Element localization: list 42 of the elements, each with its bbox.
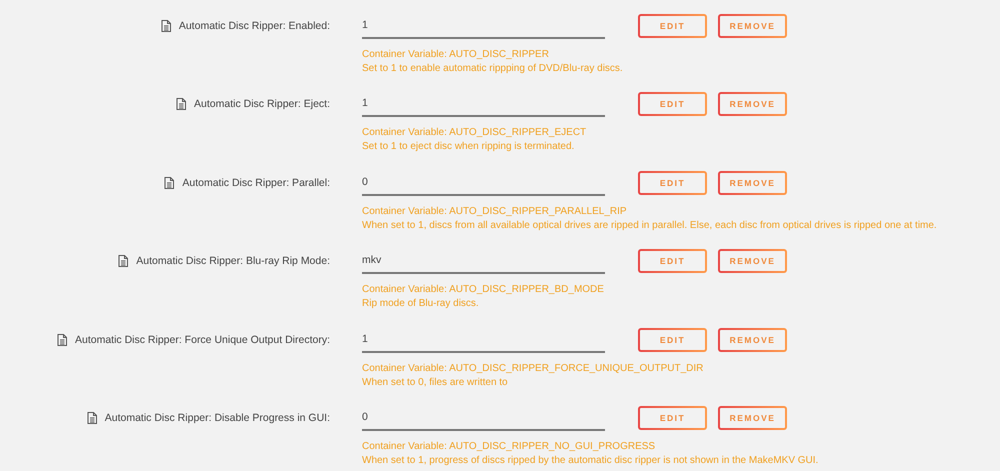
variable-name: Container Variable: AUTO_DISC_RIPPER	[362, 48, 550, 62]
variable-name: Container Variable: AUTO_DISC_RIPPER_NO_GUI_PROGRESS	[362, 440, 656, 454]
document-icon	[160, 20, 171, 32]
remove-button[interactable]: REMOVE	[718, 249, 787, 274]
setting-description: When set to 1, discs from all available optical drives are ripped in parallel. Else, each disc from optical drives is ripped one at time.	[362, 218, 938, 233]
value-field[interactable]: 1	[362, 91, 605, 118]
document-icon	[118, 255, 128, 268]
document-icon	[176, 98, 186, 110]
value-field[interactable]: 0	[362, 170, 605, 196]
remove-button[interactable]: REMOVE	[718, 406, 787, 430]
remove-button[interactable]: REMOVE	[718, 328, 787, 352]
setting-description: Rip mode of Blu-ray discs.	[362, 297, 480, 312]
setting-label: Automatic Disc Ripper: Blu-ray Rip Mode:	[136, 255, 330, 268]
document-icon	[86, 412, 97, 424]
value-field[interactable]: 0	[362, 404, 605, 431]
remove-button[interactable]: REMOVE	[718, 170, 787, 195]
edit-button[interactable]: EDIT	[638, 328, 707, 352]
edit-button[interactable]: EDIT	[638, 170, 707, 195]
value-field[interactable]: mkv	[362, 248, 605, 274]
setting-label: Automatic Disc Ripper: Force Unique Output Directory:	[74, 334, 330, 346]
setting-description: Set to 1 to enable automatic rippping of DVD/Blu-ray discs.	[362, 62, 624, 76]
setting-label: Automatic Disc Ripper: Enabled:	[178, 20, 330, 32]
edit-button[interactable]: EDIT	[638, 406, 707, 430]
value-field[interactable]: 1	[362, 326, 605, 353]
setting-label: Automatic Disc Ripper: Disable Progress in GUI:	[104, 412, 330, 424]
variable-name: Container Variable: AUTO_DISC_RIPPER_BD_MODE	[362, 283, 605, 298]
setting-label: Automatic Disc Ripper: Parallel:	[182, 176, 330, 189]
remove-button[interactable]: REMOVE	[718, 14, 787, 38]
value-field[interactable]: 1	[362, 13, 605, 39]
document-icon	[164, 176, 174, 189]
setting-label: Automatic Disc Ripper: Eject:	[194, 98, 330, 110]
variable-name: Container Variable: AUTO_DISC_RIPPER_EJECT	[362, 126, 588, 140]
document-icon	[56, 334, 67, 346]
edit-button[interactable]: EDIT	[638, 92, 707, 116]
variable-name: Container Variable: AUTO_DISC_RIPPER_PARALLEL_RIP	[362, 204, 628, 219]
setting-description: When set to 1, progress of discs ripped by the automatic disc ripper is not shown in the MakeMKV GUI.	[362, 454, 820, 468]
edit-button[interactable]: EDIT	[638, 249, 707, 274]
setting-description: Set to 1 to eject disc when ripping is terminated.	[362, 140, 576, 154]
variable-name: Container Variable: AUTO_DISC_RIPPER_FORCE_UNIQUE_OUTPUT_DIR	[362, 362, 704, 376]
edit-button[interactable]: EDIT	[638, 14, 707, 38]
remove-button[interactable]: REMOVE	[718, 92, 787, 116]
setting-description: When set to 0, files are written to	[362, 376, 509, 390]
